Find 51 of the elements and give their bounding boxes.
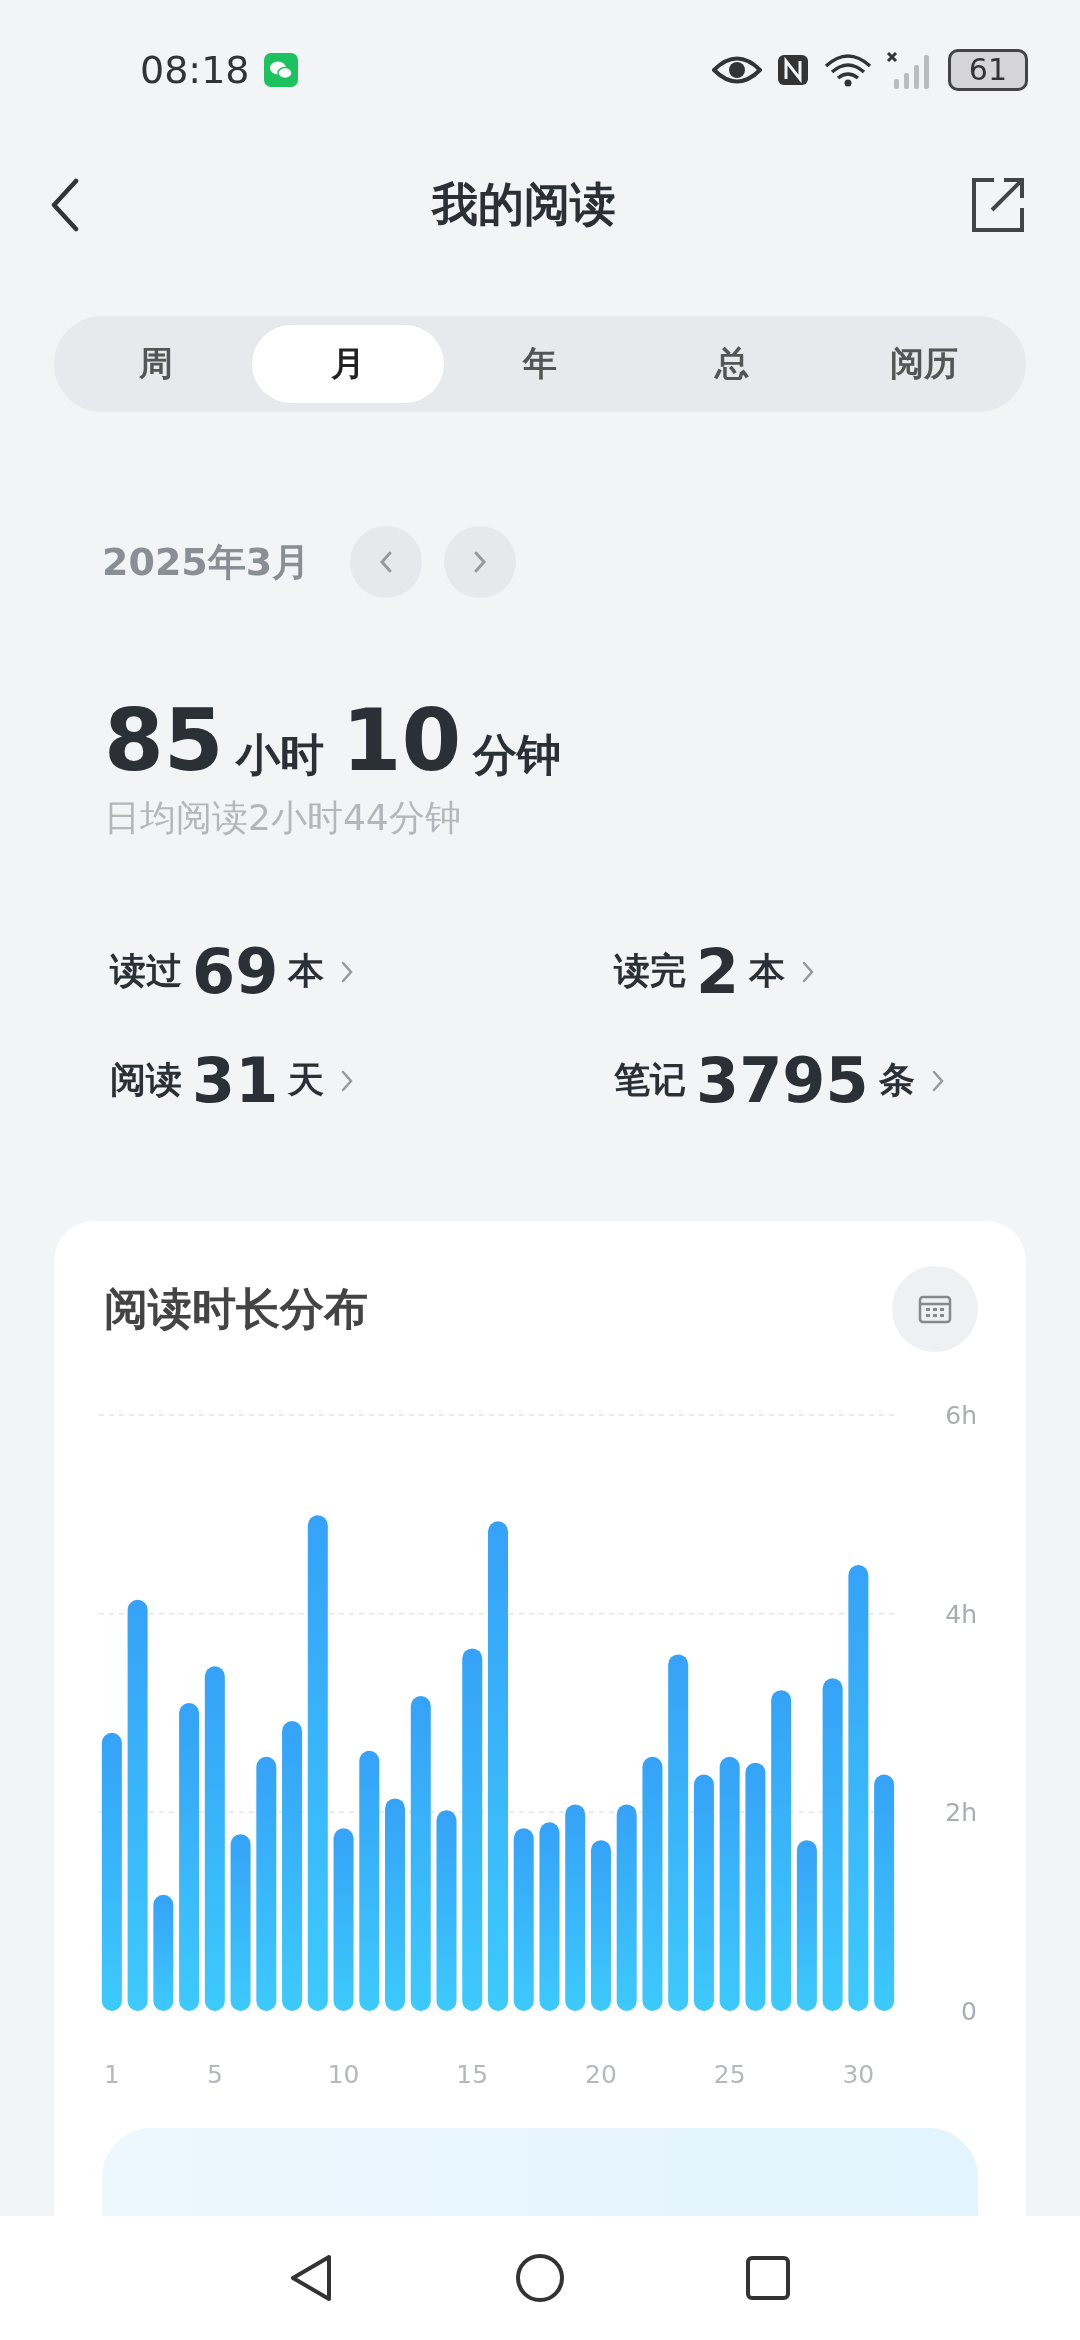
nfc-icon [775,53,810,87]
x-axis-label: 20 [585,2060,617,2089]
stat-label: 阅读 [110,1058,182,1102]
minutes-value: 10 [341,690,462,790]
period-tab[interactable]: 阅历 [828,325,1020,403]
month-label: 2025年3月 [102,538,311,586]
y-axis-label: 0 [961,1997,977,2026]
hours-unit: 小时 [235,728,324,782]
hours-value: 85 [104,690,224,790]
back-icon[interactable] [50,178,80,232]
x-axis-label: 5 [206,2060,223,2089]
stat-unit: 本 [749,949,786,993]
daily-average: 日均阅读2小时44分钟 [104,796,462,840]
home-nav-icon[interactable] [515,2253,565,2303]
stat-value: 3795 [696,1044,869,1117]
stat-unit: 本 [288,949,325,993]
stat-value: 69 [192,935,279,1008]
minutes-unit: 分钟 [473,728,562,782]
chevron-icon [340,959,355,984]
y-axis-label: 4h [945,1599,977,1629]
stat-value: 31 [192,1044,279,1117]
stat-label: 读过 [110,949,182,993]
chevron-icon [340,1068,355,1093]
x-axis-label: 25 [713,2060,746,2089]
battery-level: 61 [947,49,1028,91]
y-axis-label: 2h [945,1798,977,1828]
calendar-icon [918,1294,952,1324]
chevron-right-icon [472,550,489,574]
x-axis-label: 30 [842,2060,875,2089]
chevron-icon [801,959,816,984]
chevron-icon [930,1068,945,1093]
x-axis-label: 15 [456,2060,489,2089]
period-tab[interactable]: 周 [60,325,252,403]
recents-nav-icon[interactable] [745,2255,791,2301]
stat-label: 笔记 [614,1058,686,1102]
x-axis-label: 10 [327,2060,360,2089]
stat-unit: 条 [878,1058,915,1102]
y-axis-label: 6h [945,1401,977,1430]
period-tab[interactable]: 月 [252,325,444,403]
card-title: 阅读时长分布 [104,1281,368,1336]
stat-label: 读完 [614,949,686,993]
period-tab[interactable]: 总 [636,325,828,403]
eye-icon [711,55,762,85]
x-axis-label: 1 [103,2060,120,2089]
stat-unit: 天 [288,1058,325,1102]
stat-value: 2 [696,935,740,1008]
period-tab[interactable]: 年 [444,325,636,403]
status-time: 08:18 [140,48,250,92]
wifi-icon [823,52,872,88]
chat-app-icon [263,53,298,87]
page-title: 我的阅读 [432,176,616,233]
